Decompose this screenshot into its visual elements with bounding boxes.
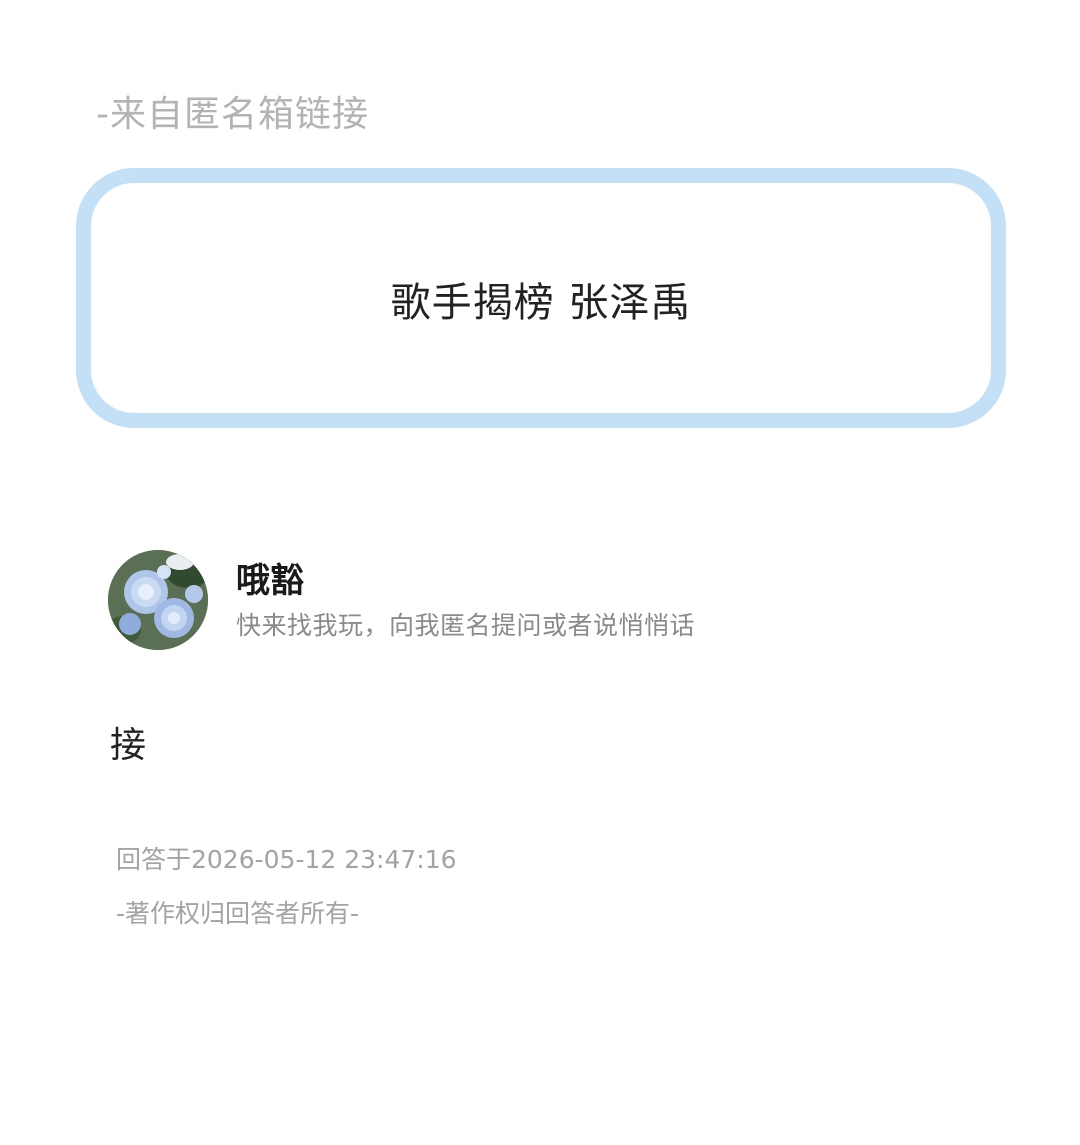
blue-rose-avatar-icon: [108, 550, 208, 650]
responder-bio: 快来找我玩，向我匿名提问或者说悄悄话: [236, 611, 696, 640]
responder-name[interactable]: 哦豁: [236, 560, 304, 602]
question-card: 歌手揭榜 张泽禹: [76, 168, 1006, 428]
question-text: 歌手揭榜 张泽禹: [390, 280, 692, 326]
answer-text: 接: [110, 725, 147, 766]
source-label: -来自匿名箱链接: [96, 94, 369, 135]
avatar[interactable]: [108, 550, 208, 650]
answer-timestamp: 回答于2026-05-12 23:47:16: [116, 845, 457, 874]
copyright-note: -著作权归回答者所有-: [116, 899, 360, 928]
